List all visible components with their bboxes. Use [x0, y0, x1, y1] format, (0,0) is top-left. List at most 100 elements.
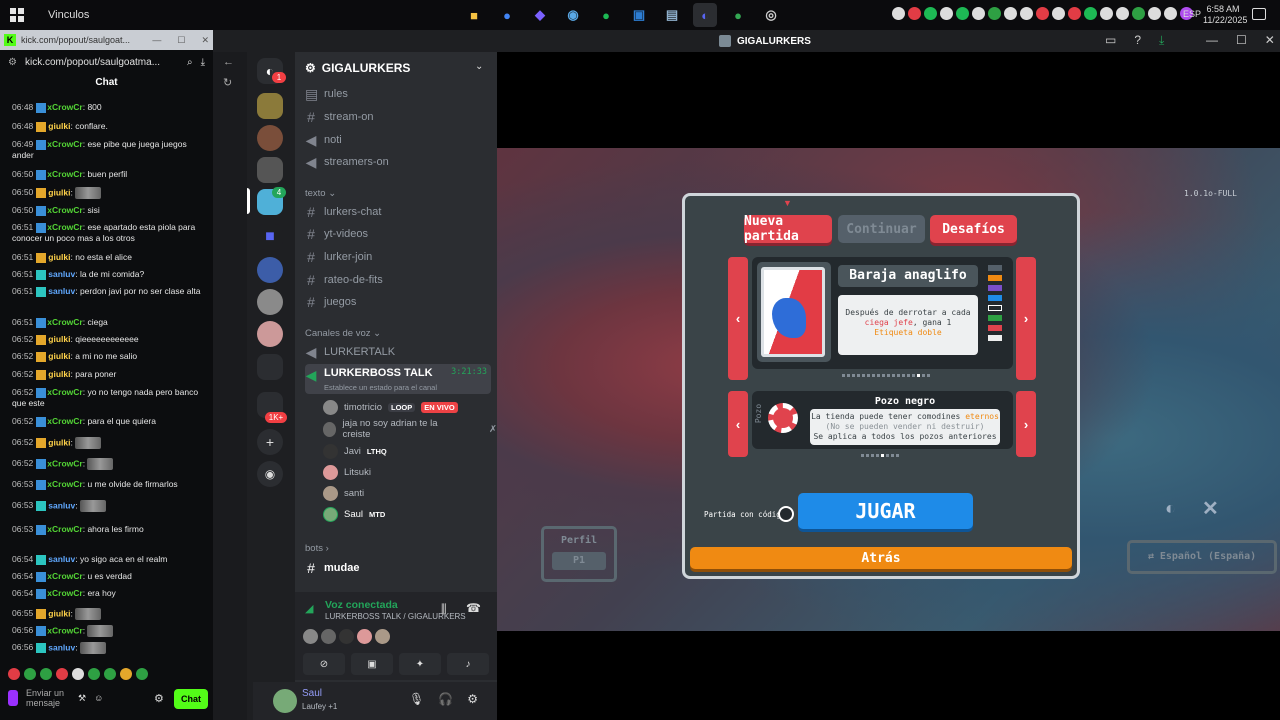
obs-icon[interactable]: ◎ [759, 3, 783, 27]
message-user[interactable]: xCrowCr [47, 479, 82, 489]
tray-icon[interactable] [1164, 7, 1177, 20]
message-user[interactable]: xCrowCr [47, 458, 82, 468]
server-icon[interactable] [257, 157, 283, 183]
continue-tab[interactable]: Continuar [838, 215, 925, 243]
stake-next-button[interactable]: › [1016, 391, 1036, 457]
emote-icon[interactable] [56, 668, 68, 680]
message-user[interactable]: xCrowCr [47, 387, 82, 397]
url-text[interactable]: kick.com/popout/saulgoatma... [25, 57, 160, 68]
play-button[interactable]: JUGAR [798, 493, 973, 529]
channel-rules[interactable]: ▤ rules [305, 84, 491, 104]
steam-icon[interactable]: ◉ [561, 3, 585, 27]
reload-icon[interactable]: ↻ [223, 76, 232, 89]
tray-icon[interactable] [1004, 7, 1017, 20]
channel-lurkers-chat[interactable]: # lurkers-chat [305, 202, 491, 222]
folder-icon[interactable]: ■ [257, 224, 283, 250]
tray-icon[interactable] [924, 7, 937, 20]
windows-start-icon[interactable] [10, 8, 24, 22]
voice-connected-label[interactable]: Voz conectada [325, 599, 398, 611]
search-icon[interactable]: ⌕ [187, 57, 193, 68]
chat-message[interactable]: 06:55 giulki: [12, 608, 208, 620]
tray-icon[interactable] [1148, 7, 1161, 20]
stake-prev-button[interactable]: ‹ [728, 391, 748, 457]
chat-message[interactable]: 06:52 giulki: [12, 437, 208, 449]
chevron-down-icon[interactable]: ⌄ [475, 61, 483, 72]
tray-icon[interactable] [1036, 7, 1049, 20]
server-icon[interactable] [257, 289, 283, 315]
language-button[interactable]: ⇄ Español (España) [1127, 540, 1277, 574]
file-explorer-icon[interactable]: ■ [462, 3, 486, 27]
chat-message[interactable]: 06:51 xCrowCr: ciega [12, 317, 208, 328]
message-user[interactable]: xCrowCr [47, 588, 82, 598]
chat-message[interactable]: 06:52 xCrowCr: [12, 458, 208, 470]
message-user[interactable]: giulki [48, 121, 70, 131]
chat-message[interactable]: 06:51 giulki: no esta el alice [12, 252, 208, 263]
server-icon[interactable] [257, 93, 283, 119]
help-icon[interactable]: ? [1134, 33, 1141, 48]
chat-message[interactable]: 06:52 giulki: para poner [12, 369, 208, 380]
disconnect-icon[interactable]: ☎ [466, 601, 481, 615]
voice-user[interactable]: Litsuki [323, 462, 371, 482]
chat-message[interactable]: 06:54 xCrowCr: u es verdad [12, 571, 208, 582]
channel-streamers-on[interactable]: ◀ streamers-on [305, 152, 491, 172]
message-user[interactable]: sanluv [48, 554, 75, 564]
files-icon[interactable]: ▤ [660, 3, 684, 27]
tray-icon[interactable] [972, 7, 985, 20]
chrome-icon[interactable]: ● [495, 3, 519, 27]
site-settings-icon[interactable]: ⚙ [8, 57, 17, 68]
message-user[interactable]: xCrowCr [47, 139, 82, 149]
emote-icon[interactable] [136, 668, 148, 680]
category-voz[interactable]: Canales de voz ⌄ [305, 328, 381, 339]
deck-prev-button[interactable]: ‹ [728, 257, 748, 380]
deck-next-button[interactable]: › [1016, 257, 1036, 380]
chat-message[interactable]: 06:51 sanluv: perdon javi por no ser clas… [12, 286, 208, 297]
back-button[interactable]: Atrás [690, 547, 1072, 569]
microphone-icon[interactable]: 🎙 [409, 692, 424, 706]
emote-icon[interactable] [24, 668, 36, 680]
chat-message[interactable]: 06:56 sanluv: [12, 642, 208, 654]
maximize-icon[interactable]: ☐ [1236, 33, 1247, 47]
chat-message[interactable]: 06:53 xCrowCr: ahora les firmo [12, 524, 208, 535]
voice-user[interactable]: Saul MTD [323, 504, 385, 524]
soundboard-button[interactable]: ♪ [447, 653, 489, 675]
chat-message[interactable]: 06:51 xCrowCr: ese apartado esta piola pa… [12, 222, 208, 244]
tray-icon[interactable] [1084, 7, 1097, 20]
message-user[interactable]: sanluv [48, 642, 75, 652]
game-stream[interactable]: 1.0.1o-FULL Perfil P1 ⇄ Español (España)… [497, 148, 1280, 631]
chat-message[interactable]: 06:54 xCrowCr: era hoy [12, 588, 208, 599]
channel-lurker-join[interactable]: # lurker-join [305, 247, 491, 267]
server-icon[interactable] [257, 321, 283, 347]
language-indicator[interactable]: ESP [1183, 9, 1201, 19]
message-user[interactable]: sanluv [48, 286, 75, 296]
clock[interactable]: 6:58 AM 11/22/2025 [1203, 4, 1247, 26]
tray-icon[interactable] [1100, 7, 1113, 20]
profile-button[interactable]: Perfil P1 [541, 526, 617, 582]
voice-user[interactable]: jaja no soy adrian te la creiste ✗ [323, 418, 497, 440]
tray-icon[interactable] [1132, 7, 1145, 20]
minimize-icon[interactable]: — [152, 35, 161, 46]
tray-icon[interactable] [1116, 7, 1129, 20]
message-user[interactable]: xCrowCr [47, 222, 82, 232]
mic-icon[interactable] [8, 690, 18, 706]
noise-suppression-icon[interactable]: ⫼ [441, 602, 447, 617]
chat-message[interactable]: 06:50 xCrowCr: sisi [12, 205, 208, 216]
tray-icon[interactable] [1068, 7, 1081, 20]
category-texto[interactable]: texto ⌄ [305, 188, 336, 199]
activities-button[interactable]: ✦ [399, 653, 441, 675]
close-icon[interactable]: ✕ [1265, 33, 1275, 47]
chat-message[interactable]: 06:52 xCrowCr: yo no tengo nada pero banc… [12, 387, 208, 409]
chat-message[interactable]: 06:48 xCrowCr: 800 [12, 102, 208, 113]
message-user[interactable]: giulki [48, 369, 70, 379]
challenges-tab[interactable]: Desafíos [930, 215, 1017, 243]
emote-icon[interactable] [104, 668, 116, 680]
emote-icon[interactable] [120, 668, 132, 680]
chat-message[interactable]: 06:51 sanluv: la de mi comida? [12, 269, 208, 280]
chat-message[interactable]: 06:52 giulki: a mi no me salio [12, 351, 208, 362]
spotify-icon[interactable]: ● [594, 3, 618, 27]
emote-icon[interactable] [72, 668, 84, 680]
message-user[interactable]: xCrowCr [47, 317, 82, 327]
tray-icon[interactable] [988, 7, 1001, 20]
voice-user[interactable]: Javi LTHQ [323, 441, 387, 461]
camera-off-button[interactable]: ⊘ [303, 653, 345, 675]
discord-link-icon[interactable]: ◐ [1165, 498, 1176, 519]
